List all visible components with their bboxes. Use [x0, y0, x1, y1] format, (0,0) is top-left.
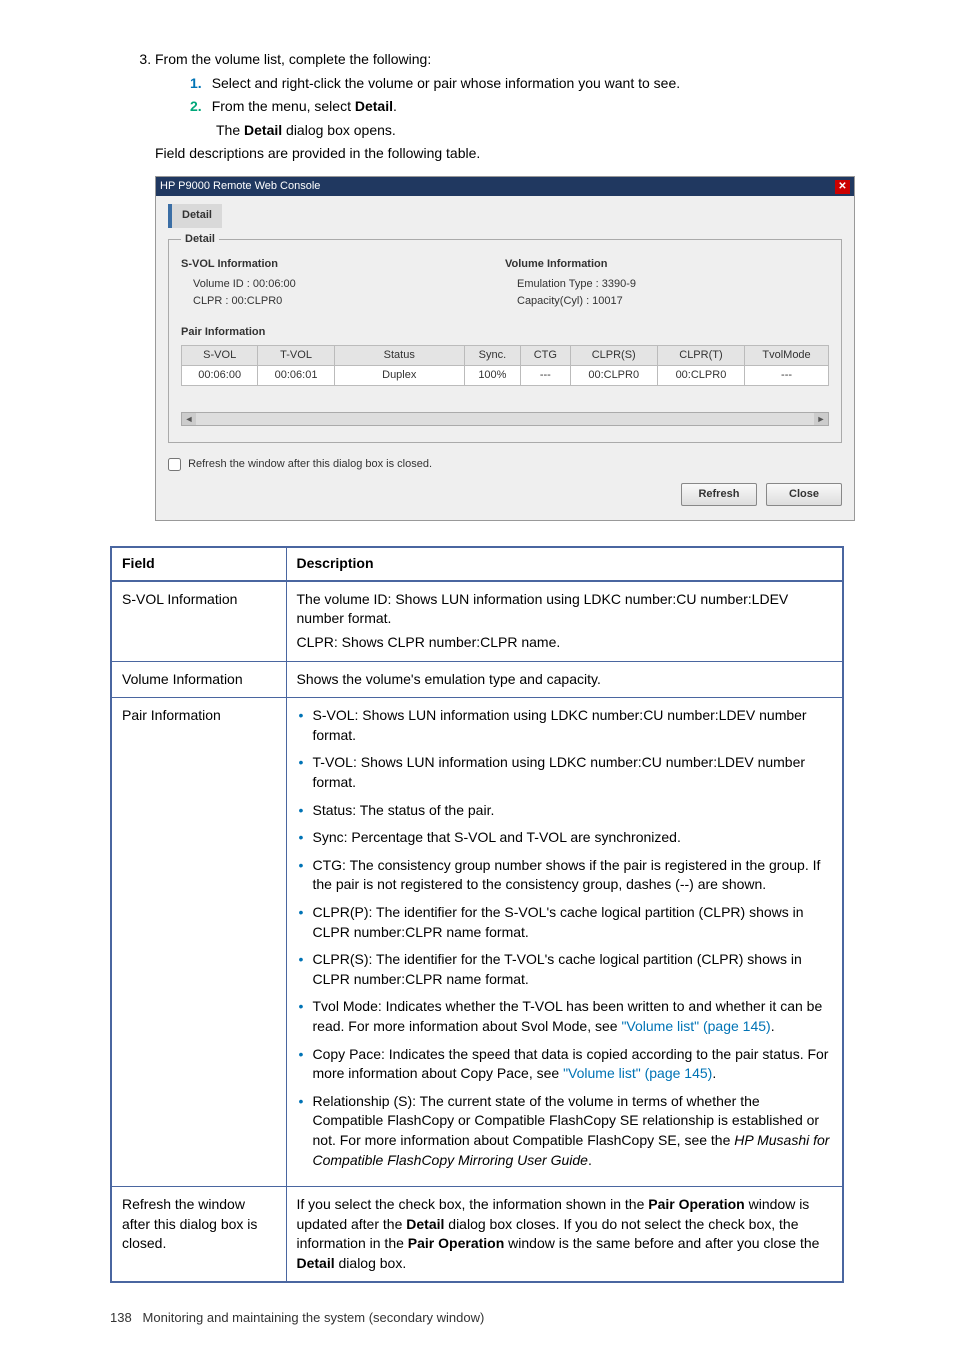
cell-tvol: 00:06:01 — [258, 366, 334, 386]
svol-hdr: S-VOL Information — [181, 257, 505, 272]
dialog-title: HP P9000 Remote Web Console — [160, 179, 320, 194]
cell-sync: 100% — [464, 366, 520, 386]
field-description-table: Field Description S-VOL Information The … — [110, 546, 844, 1283]
table-row: S-VOL Information The volume ID: Shows L… — [111, 581, 843, 661]
r1-field: S-VOL Information — [111, 581, 286, 661]
col-clprt: CLPR(T) — [657, 345, 744, 365]
horizontal-scrollbar[interactable]: ◄ ► — [181, 412, 829, 426]
r4-pre: If you select the check box, the informa… — [297, 1196, 649, 1212]
list-item: CLPR(P): The identifier for the S-VOL's … — [297, 903, 833, 942]
col-tvolmode: TvolMode — [745, 345, 829, 365]
sub2-res-post: dialog box opens. — [282, 122, 396, 138]
sub2-pre: From the menu, select — [212, 98, 355, 114]
pair-table: S-VOL T-VOL Status Sync. CTG CLPR(S) CLP… — [181, 345, 829, 387]
svol-info-col: S-VOL Information Volume ID : 00:06:00 C… — [181, 257, 505, 311]
r4-post: dialog box. — [335, 1255, 407, 1271]
scroll-left-icon[interactable]: ◄ — [182, 413, 196, 425]
r2-field: Volume Information — [111, 661, 286, 698]
col-status: Status — [334, 345, 464, 365]
footer-text: Monitoring and maintaining the system (s… — [143, 1310, 485, 1325]
r4-b3: Pair Operation — [408, 1235, 504, 1251]
sub1-text: Select and right-click the volume or pai… — [212, 75, 680, 91]
r4-m3: window is the same before and after you … — [504, 1235, 819, 1251]
r4-b2: Detail — [406, 1216, 444, 1232]
table-row: Volume Information Shows the volume's em… — [111, 661, 843, 698]
r4-field: Refresh the window after this dialog box… — [111, 1187, 286, 1283]
sub2-num: 2. — [190, 98, 202, 114]
col-ctg: CTG — [521, 345, 571, 365]
refresh-button[interactable]: Refresh — [681, 483, 757, 506]
r3b8-post: . — [771, 1018, 775, 1034]
vol-hdr: Volume Information — [505, 257, 829, 272]
col-svol: S-VOL — [182, 345, 258, 365]
table-row[interactable]: 00:06:00 00:06:01 Duplex 100% --- 00:CLP… — [182, 366, 829, 386]
refresh-checkbox[interactable] — [168, 458, 181, 471]
r4-desc: If you select the check box, the informa… — [286, 1187, 843, 1283]
r2-desc: Shows the volume's emulation type and ca… — [286, 661, 843, 698]
scroll-right-icon[interactable]: ► — [814, 413, 828, 425]
r3-field: Pair Information — [111, 698, 286, 1187]
list-item: Copy Pace: Indicates the speed that data… — [297, 1045, 833, 1084]
list-item: S-VOL: Shows LUN information using LDKC … — [297, 706, 833, 745]
cell-ctg: --- — [521, 366, 571, 386]
cell-clprt: 00:CLPR0 — [657, 366, 744, 386]
volume-list-link[interactable]: "Volume list" (page 145) — [563, 1065, 712, 1081]
vol-cap: Capacity(Cyl) : 10017 — [505, 294, 829, 309]
list-item: Tvol Mode: Indicates whether the T-VOL h… — [297, 997, 833, 1036]
step-3: From the volume list, complete the follo… — [155, 50, 844, 140]
table-header-row: S-VOL T-VOL Status Sync. CTG CLPR(S) CLP… — [182, 345, 829, 365]
sub2-post: . — [393, 98, 397, 114]
svol-volume-id: Volume ID : 00:06:00 — [181, 277, 505, 292]
page-footer: 138 Monitoring and maintaining the syste… — [110, 1309, 844, 1327]
sub2-res-pre: The — [216, 122, 244, 138]
sub2-bold: Detail — [355, 98, 393, 114]
fieldset-legend: Detail — [181, 232, 219, 247]
detail-dialog: HP P9000 Remote Web Console ✕ Detail Det… — [155, 176, 855, 521]
sub1-num: 1. — [190, 75, 202, 91]
r1-desc-l2: CLPR: Shows CLPR number:CLPR name. — [297, 633, 833, 653]
r4-b1: Pair Operation — [648, 1196, 744, 1212]
list-item: Relationship (S): The current state of t… — [297, 1092, 833, 1170]
volume-list-link[interactable]: "Volume list" (page 145) — [621, 1018, 770, 1034]
cell-tvolmode: --- — [745, 366, 829, 386]
col-clprs: CLPR(S) — [570, 345, 657, 365]
cell-clprs: 00:CLPR0 — [570, 366, 657, 386]
r3b10-post: . — [588, 1152, 592, 1168]
th-desc: Description — [286, 547, 843, 581]
cell-svol: 00:06:00 — [182, 366, 258, 386]
r3b9-post: . — [712, 1065, 716, 1081]
step3-text: From the volume list, complete the follo… — [155, 51, 431, 67]
close-button[interactable]: Close — [766, 483, 842, 506]
r4-b4: Detail — [297, 1255, 335, 1271]
vol-info-col: Volume Information Emulation Type : 3390… — [505, 257, 829, 311]
pair-info-hdr: Pair Information — [181, 325, 829, 340]
detail-fieldset: Detail S-VOL Information Volume ID : 00:… — [168, 232, 842, 444]
detail-tab[interactable]: Detail — [168, 204, 222, 227]
cell-status: Duplex — [334, 366, 464, 386]
list-item: T-VOL: Shows LUN information using LDKC … — [297, 753, 833, 792]
list-item: CTG: The consistency group number shows … — [297, 856, 833, 895]
sub2-res-bold: Detail — [244, 122, 282, 138]
close-icon[interactable]: ✕ — [835, 180, 850, 194]
list-item: CLPR(S): The identifier for the T-VOL's … — [297, 950, 833, 989]
substep-2: 2. From the menu, select Detail. The Deta… — [190, 97, 844, 140]
col-sync: Sync. — [464, 345, 520, 365]
th-field: Field — [111, 547, 286, 581]
field-desc-line: Field descriptions are provided in the f… — [110, 144, 844, 164]
list-item: Sync: Percentage that S-VOL and T-VOL ar… — [297, 828, 833, 848]
table-row: Refresh the window after this dialog box… — [111, 1187, 843, 1283]
substep-1: 1. Select and right-click the volume or p… — [190, 74, 844, 94]
r1-desc-l1: The volume ID: Shows LUN information usi… — [297, 590, 833, 629]
col-tvol: T-VOL — [258, 345, 334, 365]
page-number: 138 — [110, 1310, 132, 1325]
table-row: Pair Information S-VOL: Shows LUN inform… — [111, 698, 843, 1187]
list-item: Status: The status of the pair. — [297, 801, 833, 821]
svol-clpr: CLPR : 00:CLPR0 — [181, 294, 505, 309]
refresh-checkbox-label: Refresh the window after this dialog box… — [188, 458, 432, 470]
dialog-titlebar: HP P9000 Remote Web Console ✕ — [156, 177, 854, 196]
vol-emul: Emulation Type : 3390-9 — [505, 277, 829, 292]
